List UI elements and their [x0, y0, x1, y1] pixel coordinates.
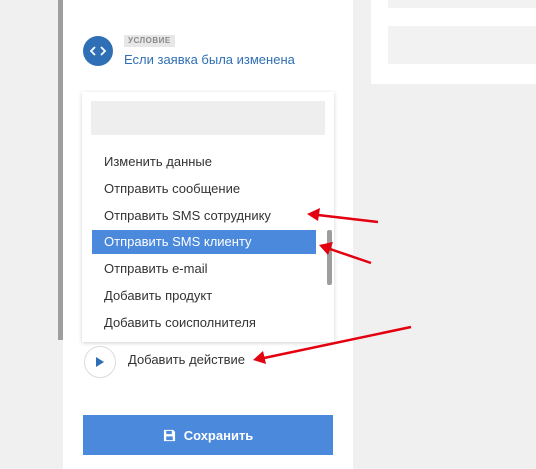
condition-badge: УСЛОВИЕ [124, 35, 175, 47]
action-dropdown: Изменить данные Отправить сообщение Отпр… [82, 92, 334, 342]
option-add-product[interactable]: Добавить продукт [92, 284, 316, 308]
dropdown-search-input[interactable] [91, 101, 325, 135]
save-button[interactable]: Сохранить [83, 415, 333, 455]
dropdown-scrollbar[interactable] [327, 230, 332, 285]
code-brackets-icon[interactable] [83, 36, 113, 66]
add-action-button[interactable] [84, 346, 116, 378]
option-send-sms-employee[interactable]: Отправить SMS сотруднику [92, 204, 316, 228]
save-button-label: Сохранить [183, 427, 254, 443]
option-send-sms-client[interactable]: Отправить SMS клиенту [92, 230, 316, 254]
option-change-data[interactable]: Изменить данные [92, 150, 316, 174]
right-card-placeholder [388, 26, 536, 64]
option-send-email[interactable]: Отправить e-mail [92, 257, 316, 281]
option-send-message[interactable]: Отправить сообщение [92, 177, 316, 201]
option-add-coexecutor[interactable]: Добавить соисполнителя [92, 311, 316, 335]
play-icon [96, 357, 104, 367]
condition-title[interactable]: Если заявка была изменена [124, 52, 295, 67]
floppy-disk-icon [163, 429, 175, 441]
right-card-placeholder-top [388, 0, 536, 8]
add-action-label[interactable]: Добавить действие [128, 352, 245, 367]
